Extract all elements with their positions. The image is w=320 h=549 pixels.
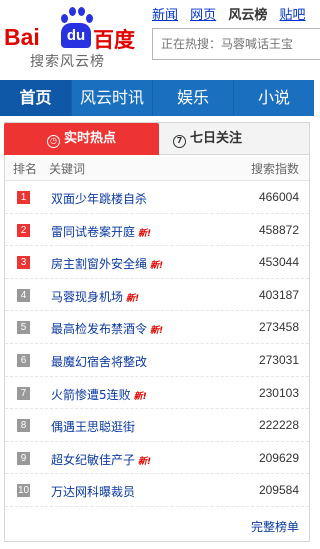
logo-bai: Bai — [4, 24, 40, 50]
keyword-link[interactable]: 超女纪敏佳产子 新! — [51, 451, 151, 468]
keyword-link[interactable]: 雷同试卷案开庭 新! — [51, 223, 151, 240]
search-index: 209584 — [258, 483, 299, 498]
table-row[interactable]: 9 超女纪敏佳产子 新! 209629 — [5, 442, 309, 475]
keyword-link[interactable]: 最魔幻宿舍将整改 — [51, 353, 150, 370]
rank-badge: 8 — [17, 419, 30, 433]
keyword-link[interactable]: 马蓉现身机场 新! — [51, 288, 139, 305]
keyword-text: 双面少年跳楼自杀 — [51, 192, 148, 206]
rank-badge: 1 — [17, 191, 30, 204]
topnav-fengyunbang[interactable]: 风云榜 — [228, 8, 267, 23]
full-list-link[interactable]: 完整榜单 — [251, 518, 299, 535]
rank-badge: 10 — [17, 484, 30, 498]
tab-seven-day-label: 七日关注 — [190, 131, 243, 146]
search-box[interactable] — [152, 28, 320, 60]
keyword-text: 最高检发布禁酒令 — [51, 322, 148, 337]
search-input[interactable] — [153, 29, 320, 59]
nav-fengyun-news[interactable]: 风云时讯 — [72, 80, 153, 116]
rank-badge: 6 — [17, 353, 30, 367]
table-row[interactable]: 10 万达网科曝裁员 209584 — [5, 474, 309, 507]
tab-realtime-label: 实时热点 — [63, 131, 116, 146]
keyword-link[interactable]: 火箭惨遭5连败 新! — [51, 386, 147, 403]
keyword-text: 火箭惨遭5连败 — [51, 387, 131, 402]
header-keyword: 关键词 — [49, 162, 86, 176]
table-row[interactable]: 3 房主割窗外安全绳 新! 453044 — [5, 246, 309, 279]
keyword-link[interactable]: 房主割窗外安全绳 新! — [51, 255, 163, 272]
table-row[interactable]: 7 火箭惨遭5连败 新! 230103 — [5, 377, 309, 410]
logo-subtitle: 搜索风云榜 — [30, 54, 105, 70]
nav-home[interactable]: 首页 — [0, 80, 72, 116]
rank-badge: 9 — [17, 451, 30, 465]
topnav-tieba[interactable]: 贴吧 — [279, 8, 305, 23]
rank-badge: 3 — [17, 256, 30, 270]
keyword-link[interactable]: 万达网科曝裁员 — [51, 483, 138, 500]
search-index: 273031 — [258, 352, 299, 367]
keyword-link[interactable]: 最高检发布禁酒令 新! — [51, 320, 163, 337]
table-row[interactable]: 8 偶遇王思聪逛街 222228 — [5, 409, 309, 442]
search-index: 230103 — [258, 385, 299, 400]
rank-badge: 7 — [17, 386, 30, 400]
rank-badge: 2 — [17, 223, 30, 237]
table-row[interactable]: 6 最魔幻宿舍将整改 273031 — [5, 344, 309, 377]
header: Bai du 百度 搜索风云榜 新闻 网页 风云榜 贴吧 — [0, 0, 320, 76]
keyword-link[interactable]: 偶遇王思聪逛街 — [51, 418, 138, 435]
clock-icon: ◷ — [46, 135, 60, 148]
tab-bar: ◷ 实时热点 7 七日关注 — [4, 123, 309, 155]
keyword-text: 偶遇王思聪逛街 — [51, 420, 136, 435]
keyword-text: 最魔幻宿舍将整改 — [51, 354, 148, 369]
clock-7-icon: 7 — [173, 135, 186, 148]
table-row[interactable]: 1 双面少年跳楼自杀 466004 — [5, 181, 309, 214]
header-index: 搜索指数 — [250, 162, 299, 176]
header-rank: 排名 — [13, 162, 38, 176]
hot-list: 1 双面少年跳楼自杀 466004 2 雷同试卷案开庭 新! 458872 3 房主割窗外安… — [5, 181, 309, 507]
search-index: 466004 — [258, 190, 299, 204]
keyword-text: 万达网科曝裁员 — [51, 485, 136, 500]
new-badge: 新! — [126, 293, 140, 304]
search-index: 453044 — [258, 255, 299, 270]
table-row[interactable]: 5 最高检发布禁酒令 新! 273458 — [5, 311, 309, 344]
search-index: 209629 — [258, 450, 299, 465]
keyword-text: 雷同试卷案开庭 — [51, 224, 136, 239]
new-badge: 新! — [150, 326, 164, 337]
table-header: 排名 关键词 搜索指数 — [5, 157, 309, 181]
table-row[interactable]: 2 雷同试卷案开庭 新! 458872 — [5, 214, 309, 247]
new-badge: 新! — [150, 261, 164, 272]
main-nav: 首页 风云时讯 娱乐 小说 — [0, 80, 314, 116]
keyword-text: 超女纪敏佳产子 — [51, 452, 136, 467]
nav-novel[interactable]: 小说 — [234, 80, 314, 116]
keyword-text: 房主割窗外安全绳 — [51, 257, 148, 272]
topnav-web[interactable]: 网页 — [190, 8, 216, 23]
logo-baidu-cn: 百度 — [93, 28, 135, 52]
baidu-logo[interactable]: Bai du 百度 — [4, 6, 144, 52]
table-row[interactable]: 4 马蓉现身机场 新! 403187 — [5, 279, 309, 312]
search-index: 403187 — [258, 287, 299, 302]
hot-list-panel: ◷ 实时热点 7 七日关注 排名 关键词 搜索指数 1 双面少年跳楼自杀 466004 … — [4, 122, 310, 542]
search-index: 458872 — [258, 222, 299, 237]
keyword-link[interactable]: 双面少年跳楼自杀 — [51, 190, 150, 207]
search-index: 222228 — [258, 418, 299, 433]
keyword-text: 马蓉现身机场 — [51, 289, 124, 304]
top-nav: 新闻 网页 风云榜 贴吧 — [152, 4, 313, 23]
rank-badge: 4 — [17, 288, 30, 302]
new-badge: 新! — [133, 391, 147, 402]
new-badge: 新! — [138, 456, 152, 467]
tab-seven-day[interactable]: 7 七日关注 — [173, 123, 293, 155]
new-badge: 新! — [138, 228, 152, 239]
search-index: 273458 — [258, 320, 299, 335]
nav-entertainment[interactable]: 娱乐 — [153, 80, 234, 116]
topnav-news[interactable]: 新闻 — [152, 8, 178, 23]
logo-du: du — [61, 23, 91, 48]
tab-realtime[interactable]: ◷ 实时热点 — [4, 123, 159, 155]
rank-badge: 5 — [17, 321, 30, 335]
